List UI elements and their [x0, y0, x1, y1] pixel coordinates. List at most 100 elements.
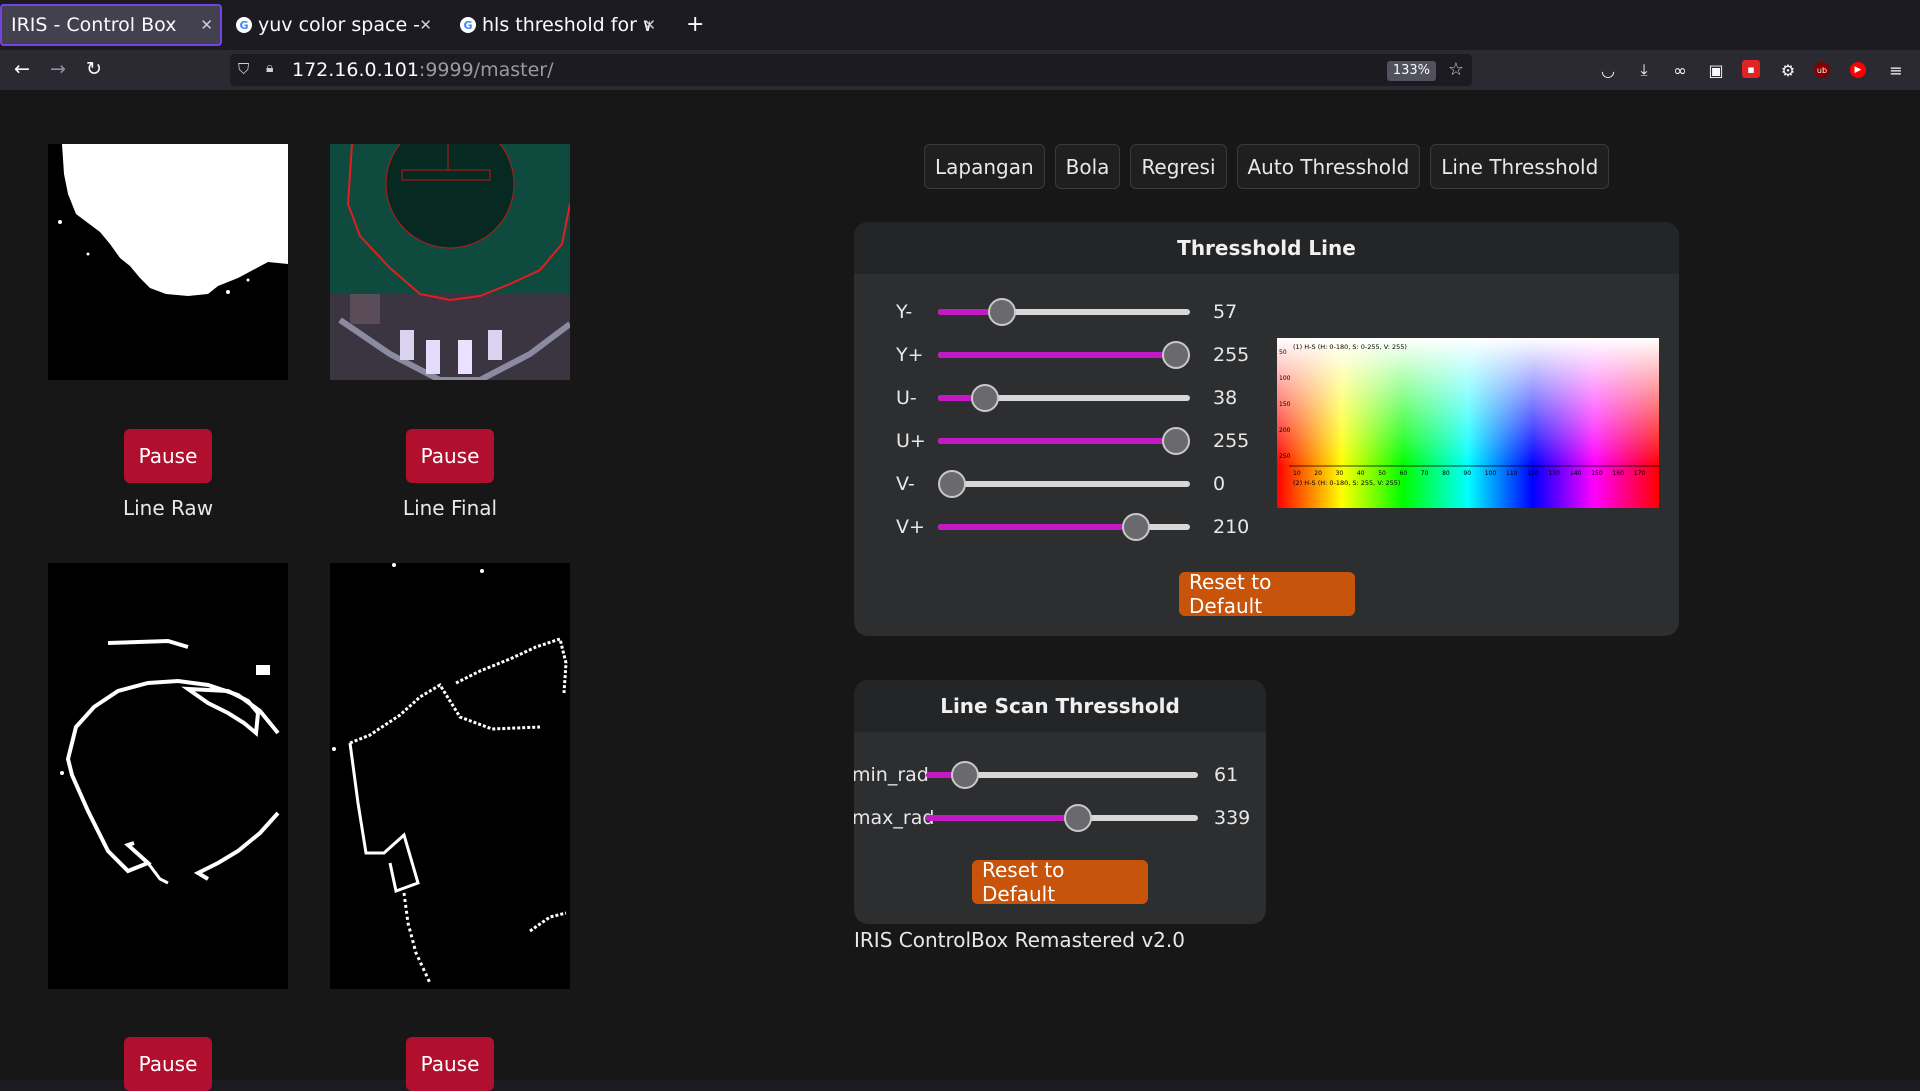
- youtube-icon[interactable]: ▶: [1850, 62, 1866, 78]
- slider-track[interactable]: [938, 384, 1190, 412]
- slider-value: 339: [1214, 807, 1251, 829]
- slider-track[interactable]: [926, 804, 1198, 832]
- hsv-color-chart: (1) H-S (H: 0-180, S: 0-255, V: 255) (2)…: [1277, 338, 1659, 508]
- extension-glasses-icon[interactable]: ∞: [1670, 60, 1690, 80]
- slider-label: Y+: [896, 344, 924, 366]
- x-tick-label: 120: [1527, 470, 1539, 477]
- slider-track[interactable]: [926, 761, 1198, 789]
- url-path: :9999/master/: [418, 59, 554, 81]
- slider-fill: [926, 815, 1078, 821]
- slider-thumb[interactable]: [1162, 427, 1190, 455]
- slider-thumb[interactable]: [1122, 513, 1151, 541]
- x-tick-label: 90: [1463, 470, 1471, 477]
- reload-icon[interactable]: ↻: [86, 58, 102, 80]
- slider-track[interactable]: [938, 470, 1190, 498]
- new-tab-icon[interactable]: +: [686, 12, 704, 37]
- slider-label: max_rad: [854, 807, 935, 829]
- tab-title: hls threshold for wh: [482, 14, 650, 36]
- y-tick-label: 50: [1279, 349, 1287, 356]
- footer-version: IRIS ControlBox Remastered v2.0: [854, 928, 1185, 952]
- extension-gear-icon[interactable]: ⚙: [1778, 60, 1798, 80]
- slider-track[interactable]: [938, 427, 1190, 455]
- pause-button[interactable]: Pause: [124, 1037, 212, 1091]
- x-tick-label: 30: [1336, 470, 1344, 477]
- tab-hls-threshold[interactable]: G hls threshold for wh ✕: [450, 4, 664, 46]
- tab-lapangan[interactable]: Lapangan: [924, 144, 1045, 189]
- url-bar[interactable]: ⛉ 🔒︎ 172.16.0.101:9999/master/ 133% ☆: [230, 54, 1472, 86]
- x-tick-label: 170: [1634, 470, 1646, 477]
- google-icon: G: [460, 17, 476, 33]
- tab-auto-thresshold[interactable]: Auto Thresshold: [1236, 144, 1421, 189]
- back-icon[interactable]: ←: [14, 58, 30, 80]
- tab-regresi[interactable]: Regresi: [1130, 144, 1227, 189]
- slider-fill: [938, 524, 1137, 530]
- zoom-level-badge[interactable]: 133%: [1386, 61, 1436, 81]
- slider-row: V+ 210: [0, 512, 1920, 542]
- slider-label: U-: [896, 387, 917, 409]
- bookmark-star-icon[interactable]: ☆: [1448, 59, 1464, 80]
- panel-title: Thresshold Line: [854, 222, 1679, 274]
- x-tick-label: 50: [1378, 470, 1386, 477]
- slider-track[interactable]: [938, 298, 1190, 326]
- slider-value: 0: [1213, 473, 1226, 495]
- extension-red-icon[interactable]: ▪: [1742, 60, 1760, 78]
- slider-value: 255: [1213, 344, 1250, 366]
- slider-label: V+: [896, 516, 925, 538]
- browser-tab-bar: IRIS - Control Box ✕ G yuv color space -…: [0, 0, 1920, 50]
- slider-row: max_rad 339: [854, 803, 1266, 833]
- slider-label: Y-: [896, 301, 913, 323]
- x-tick-label: 100: [1485, 470, 1497, 477]
- url-host: 172.16.0.101: [292, 59, 419, 81]
- tab-line-thresshold[interactable]: Line Thresshold: [1430, 144, 1610, 189]
- chart-top-caption: (1) H-S (H: 0-180, S: 0-255, V: 255): [1293, 343, 1407, 351]
- download-icon[interactable]: ⤓: [1634, 60, 1654, 80]
- x-tick-label: 150: [1591, 470, 1603, 477]
- tab-iris-control-box[interactable]: IRIS - Control Box ✕: [0, 4, 222, 46]
- slider-thumb[interactable]: [988, 298, 1017, 326]
- slider-value: 38: [1213, 387, 1238, 409]
- slider-thumb[interactable]: [1063, 804, 1092, 832]
- panel-title: Line Scan Thresshold: [854, 680, 1266, 732]
- pause-button[interactable]: Pause: [406, 1037, 494, 1091]
- line-scan-feed-2: [330, 563, 570, 989]
- slider-track[interactable]: [938, 513, 1190, 541]
- pocket-icon[interactable]: ◡: [1598, 60, 1618, 80]
- slider-value: 255: [1213, 430, 1250, 452]
- slider-label: U+: [896, 430, 926, 452]
- x-tick-label: 110: [1506, 470, 1518, 477]
- slider-label: min_rad: [854, 764, 929, 786]
- url-text[interactable]: 172.16.0.101:9999/master/: [292, 59, 553, 81]
- slider-thumb[interactable]: [1162, 341, 1190, 369]
- extension-screenshot-icon[interactable]: ▣: [1706, 60, 1726, 80]
- reset-to-default-button[interactable]: Reset to Default: [972, 858, 1148, 906]
- google-icon: G: [236, 17, 252, 33]
- tab-title: IRIS - Control Box: [11, 14, 177, 36]
- close-icon[interactable]: ✕: [200, 16, 213, 34]
- x-tick-label: 20: [1314, 470, 1322, 477]
- reset-to-default-button[interactable]: Reset to Default: [1179, 570, 1355, 618]
- slider-thumb[interactable]: [938, 470, 966, 498]
- y-tick-label: 100: [1279, 375, 1291, 382]
- tab-bola[interactable]: Bola: [1054, 144, 1121, 189]
- close-icon[interactable]: ✕: [643, 16, 656, 34]
- menu-icon[interactable]: ≡: [1886, 60, 1906, 80]
- slider-value: 61: [1214, 764, 1239, 786]
- slider-thumb[interactable]: [950, 761, 979, 789]
- shield-icon[interactable]: ⛉: [238, 60, 249, 78]
- chart-bottom-caption: (2) H-S (H: 0-180, S: 255, V: 255): [1293, 479, 1400, 487]
- slider-thumb[interactable]: [971, 384, 1000, 412]
- x-tick-label: 130: [1549, 470, 1561, 477]
- line-scan-feed-1: [48, 563, 288, 989]
- forward-icon[interactable]: →: [50, 58, 66, 80]
- x-tick-label: 80: [1442, 470, 1450, 477]
- tab-yuv-color-space[interactable]: G yuv color space - Go ✕: [226, 4, 440, 46]
- lock-icon[interactable]: 🔒︎: [266, 60, 273, 76]
- x-tick-label: 140: [1570, 470, 1582, 477]
- slider-value: 57: [1213, 301, 1238, 323]
- close-icon[interactable]: ✕: [419, 16, 432, 34]
- ublock-icon[interactable]: ub: [1814, 62, 1830, 78]
- slider-fill: [938, 352, 1176, 358]
- mode-tabs: Lapangan Bola Regresi Auto Thresshold Li…: [924, 144, 1610, 189]
- slider-row: Y- 57: [0, 297, 1920, 327]
- slider-track[interactable]: [938, 341, 1190, 369]
